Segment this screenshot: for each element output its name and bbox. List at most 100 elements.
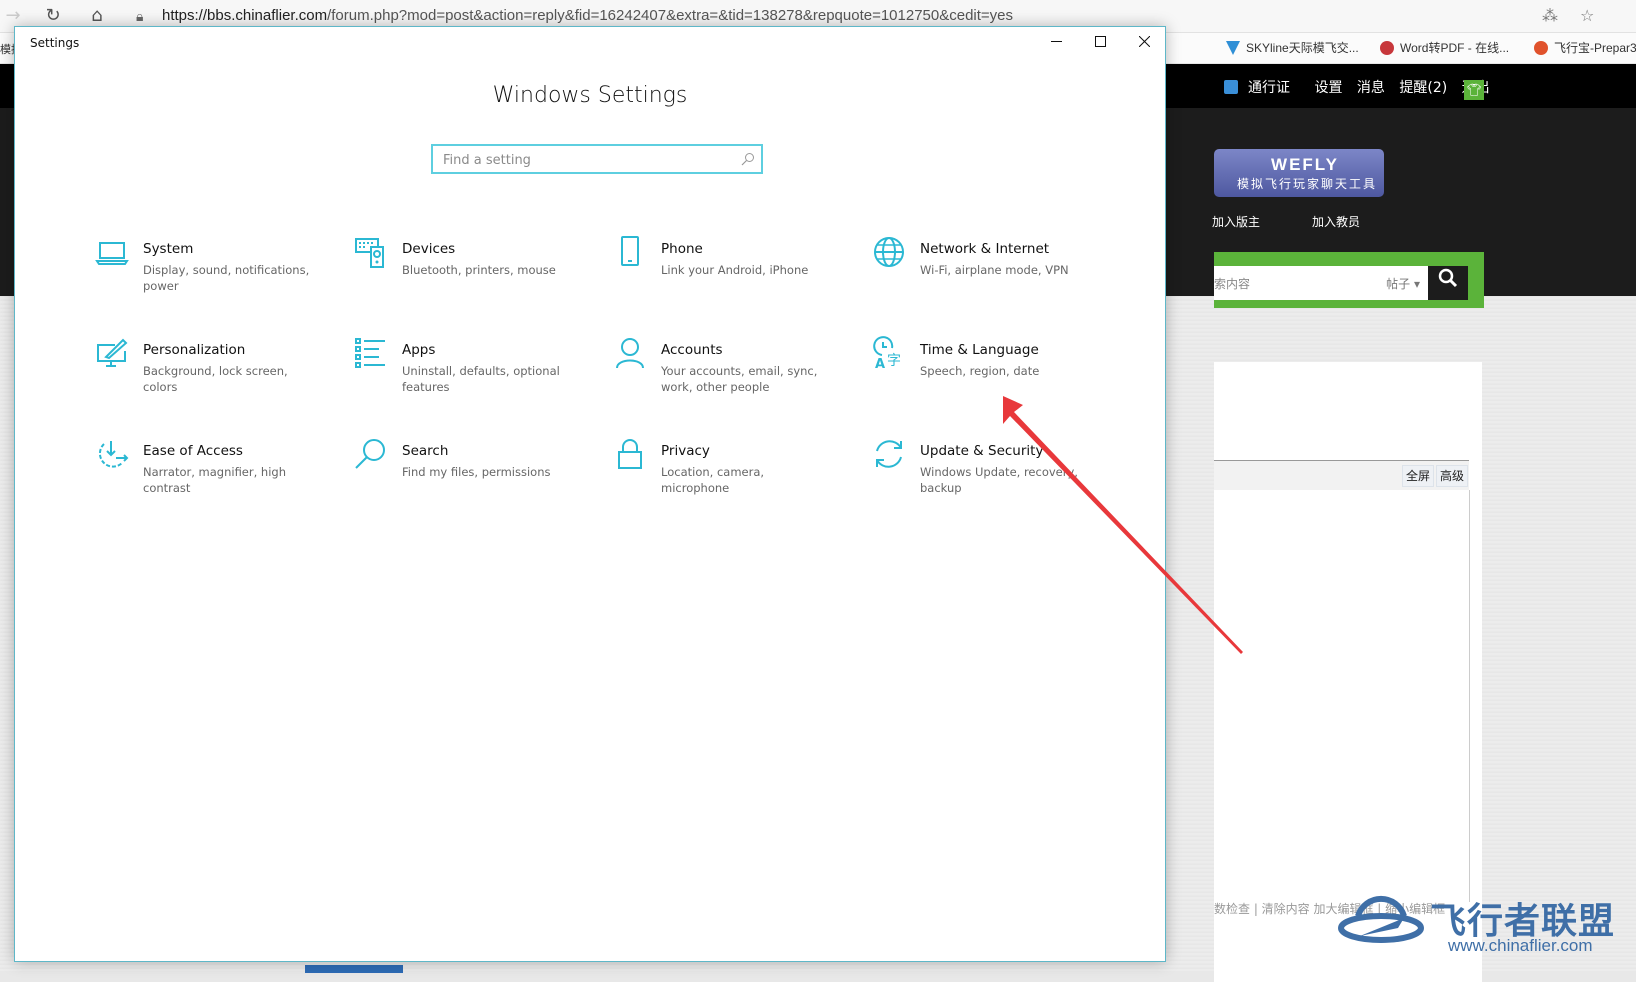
theme-shirt-icon[interactable]: 👕︎ [1464,80,1484,100]
tile-name: Apps [402,342,436,358]
tile-name: Network & Internet [920,241,1050,257]
find-setting-input[interactable] [441,150,735,170]
globe-icon [874,237,904,267]
advanced-button[interactable]: 高级 [1436,465,1469,487]
person-icon [616,338,644,369]
url-host: https://bbs.chinaflier.com [162,7,328,24]
tile-name: Personalization [143,342,246,358]
user-icon [1224,80,1238,94]
link-reminders[interactable]: 提醒(2) [1399,80,1447,96]
chinaflier-logo-icon [1338,895,1424,943]
tile-name: Accounts [661,342,723,358]
tile-search[interactable]: Search Find my files, permissions [354,437,594,517]
bookmark-skyline[interactable]: SKYline天际模飞交... [1226,39,1359,56]
tile-privacy[interactable]: Privacy Location, camera, microphone [613,437,853,517]
minimize-button[interactable] [1033,27,1079,57]
tile-desc: Uninstall, defaults, optional features [402,364,560,394]
apps-list-icon [355,338,385,368]
forum-search-button[interactable] [1428,266,1468,300]
tile-name: Privacy [661,443,710,459]
favorite-star-icon[interactable]: ☆ [1580,4,1594,28]
tile-devices[interactable]: Devices Bluetooth, printers, mouse [354,235,594,315]
sync-arrows-icon [876,440,902,468]
tile-name: Ease of Access [143,443,243,459]
bookmark-feixingbao[interactable]: 飞行宝-Prepar3... [1534,39,1636,56]
editor-toolbar: 全屏 高级 [1214,460,1469,492]
tile-desc: Wi-Fi, airplane mode, VPN [920,263,1069,277]
settings-window: Settings Windows Settings System Display… [14,26,1166,962]
tile-name: Time & Language [920,342,1039,358]
refresh-icon[interactable]: ↻ [40,4,66,28]
tile-update-security[interactable]: Update & Security Windows Update, recove… [872,437,1112,517]
bookmark-wordpdf[interactable]: Word转PDF - 在线... [1380,39,1509,56]
forward-icon[interactable]: → [0,4,26,28]
forum-user-links: 通行证 设置 消息 提醒(2) 退出 [1224,77,1500,97]
laptop-icon [95,242,129,265]
tile-accounts[interactable]: Accounts Your accounts, email, sync, wor… [613,336,853,416]
tile-phone[interactable]: Phone Link your Android, iPhone [613,235,853,315]
close-button[interactable] [1121,27,1167,57]
tile-name: Devices [402,241,456,257]
phone-icon [621,236,639,266]
forum-search-placeholder: 索内容 [1214,277,1251,291]
link-settings[interactable]: 设置 [1314,80,1342,96]
tile-name: Phone [661,241,703,257]
svg-text:A: A [875,357,885,370]
lock-icon [618,439,642,469]
tile-desc: Windows Update, recovery, backup [920,465,1078,495]
tile-time-language[interactable]: A字 Time & Language Speech, region, date [872,336,1112,416]
forum-search-scope[interactable]: 帖子 ▾ [1386,275,1420,292]
link-passport[interactable]: 通行证 [1248,80,1290,96]
tile-desc: Location, camera, microphone [661,465,765,495]
wefly-title: WEFLY [1271,155,1339,174]
close-icon [1138,35,1150,48]
feixingbao-icon [1534,41,1548,55]
wordpdf-icon [1380,41,1394,55]
tile-network-internet[interactable]: Network & Internet Wi-Fi, airplane mode,… [872,235,1112,315]
link-messages[interactable]: 消息 [1357,80,1385,96]
tile-name: Update & Security [920,443,1044,459]
fullscreen-button[interactable]: 全屏 [1402,465,1435,487]
join-moderator-link[interactable]: 加入版主 [1212,213,1260,230]
tile-desc: Bluetooth, printers, mouse [402,263,556,277]
tile-name: System [143,241,194,257]
paint-monitor-icon [97,338,128,367]
lock-icon: 🔒︎ [136,8,144,24]
maximize-button[interactable] [1077,27,1123,57]
editor-textarea[interactable] [1214,490,1470,902]
reader-mode-icon[interactable]: ⁂ [1542,4,1558,28]
url-path: /forum.php?mod=post&action=reply&fid=162… [327,7,1014,24]
join-instructor-link[interactable]: 加入教员 [1312,213,1360,230]
wefly-banner[interactable]: WEFLY 模拟飞行玩家聊天工具 [1214,149,1384,197]
scope-label: 帖子 [1386,277,1411,291]
tile-desc: Speech, region, date [920,364,1040,378]
tile-desc: Find my files, permissions [402,465,551,479]
search-icon [355,439,385,469]
skyline-icon [1226,41,1240,55]
window-title: Settings [30,36,80,50]
tile-desc: Display, sound, notifications, power [143,263,310,293]
time-language-icon: A字 [873,336,901,370]
svg-text:字: 字 [887,353,901,369]
search-icon [741,153,754,166]
search-icon [1438,268,1458,288]
maximize-icon [1094,36,1106,47]
home-icon[interactable]: ⌂ [84,4,110,28]
tile-ease-of-access[interactable]: Ease of Access Narrator, magnifier, high… [95,437,335,517]
minimize-icon [1050,41,1062,42]
tile-desc: Your accounts, email, sync, work, other … [661,364,818,394]
page-title: Windows Settings [492,83,688,108]
forum-search-input[interactable]: 索内容 帖子 ▾ [1214,266,1428,300]
ease-of-access-icon [98,441,129,468]
tile-system[interactable]: System Display, sound, notifications, po… [95,235,335,315]
tile-desc: Link your Android, iPhone [661,263,809,277]
find-setting-field[interactable] [431,144,763,174]
tile-name: Search [402,443,449,459]
tile-apps[interactable]: Apps Uninstall, defaults, optional featu… [354,336,594,416]
tile-personalization[interactable]: Personalization Background, lock screen,… [95,336,335,416]
forum-submit-tab[interactable] [305,965,403,973]
tile-desc: Narrator, magnifier, high contrast [143,465,286,495]
tile-desc: Background, lock screen, colors [143,364,288,394]
address-bar[interactable]: 🔒︎ https://bbs.chinaflier.com/forum.php?… [136,4,1616,28]
wefly-subtitle: 模拟飞行玩家聊天工具 [1236,177,1377,191]
